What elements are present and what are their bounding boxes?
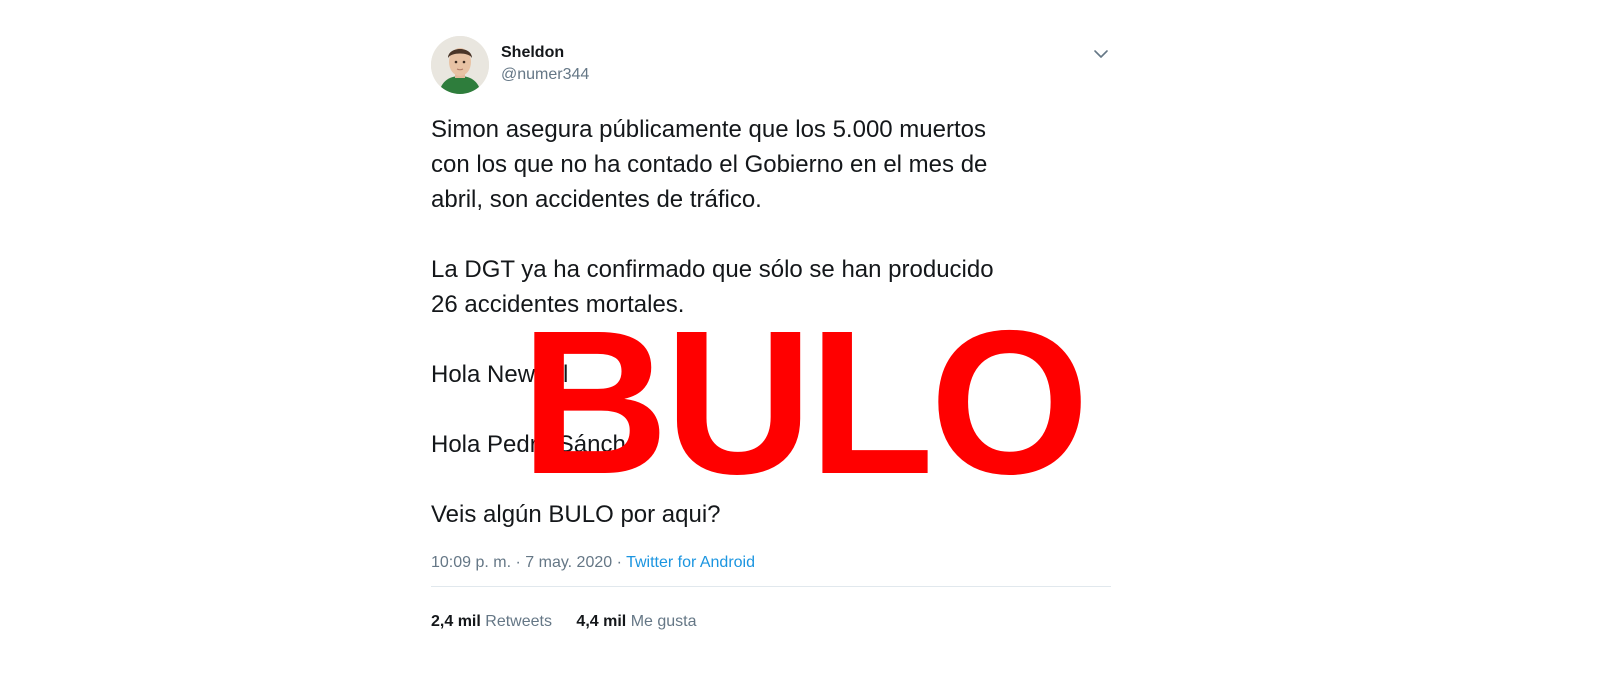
retweets-stat[interactable]: 2,4 mil Retweets xyxy=(431,613,552,631)
retweets-count: 2,4 mil xyxy=(431,613,481,630)
author-handle[interactable]: @numer344 xyxy=(501,66,589,84)
likes-stat[interactable]: 4,4 mil Me gusta xyxy=(576,613,696,631)
avatar[interactable] xyxy=(431,36,489,94)
tweet-meta: 10:09 p. m. · 7 may. 2020 · Twitter for … xyxy=(431,554,1111,587)
tweet-stats: 2,4 mil Retweets 4,4 mil Me gusta xyxy=(431,613,1111,631)
tweet-paragraph: Hola Newtral xyxy=(431,361,569,388)
retweets-label: Retweets xyxy=(485,613,552,630)
tweet-paragraph: Veis algún BULO por aqui? xyxy=(431,501,721,528)
likes-count: 4,4 mil xyxy=(576,613,627,630)
likes-label: Me gusta xyxy=(630,613,697,630)
tweet-card: Sheldon @numer344 Simon asegura públicam… xyxy=(431,34,1111,631)
tweet-source-link[interactable]: Twitter for Android xyxy=(626,554,755,571)
tweet-text: Simon asegura públicamente que los 5.000… xyxy=(431,112,1111,532)
author-name[interactable]: Sheldon xyxy=(501,44,564,62)
chevron-down-icon[interactable] xyxy=(1091,44,1111,64)
tweet-header: Sheldon @numer344 xyxy=(431,34,1111,96)
avatar-image xyxy=(431,36,489,94)
tweet-paragraph: La DGT ya ha confirmado que sólo se han … xyxy=(431,256,994,318)
tweet-paragraph: Simon asegura públicamente que los 5.000… xyxy=(431,116,988,213)
tweet-timestamp[interactable]: 10:09 p. m. · 7 may. 2020 · xyxy=(431,554,626,571)
tweet-paragraph: Hola Pedro Sánchez xyxy=(431,431,652,458)
